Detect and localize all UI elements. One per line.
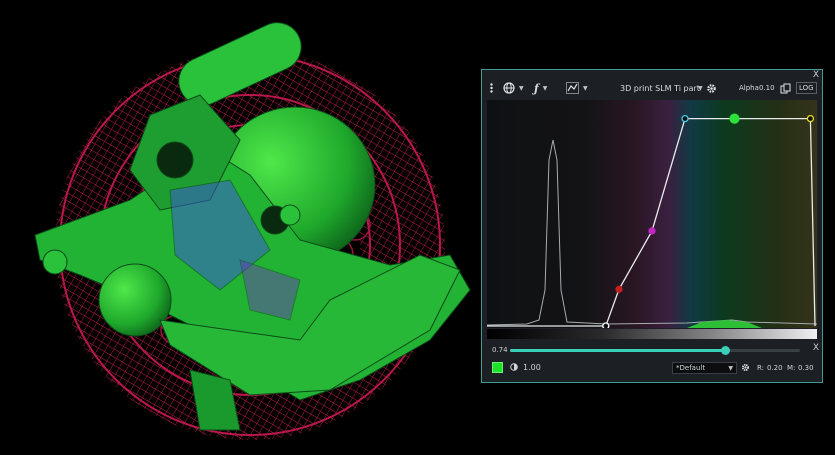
control-point[interactable] bbox=[602, 322, 610, 328]
dataset-dropdown[interactable]: ▼ bbox=[694, 79, 703, 97]
color-point-editor: 0.74 1.00 *Default ▼ R: 0.20 M: 0.30 bbox=[482, 342, 822, 382]
curve-icon[interactable]: ▼ bbox=[566, 79, 588, 97]
chevron-down-icon[interactable]: ▼ bbox=[519, 85, 524, 92]
chevron-down-icon[interactable]: ▼ bbox=[698, 85, 703, 92]
log-button-label: LOG bbox=[796, 82, 817, 94]
transfer-function-canvas[interactable] bbox=[487, 100, 817, 328]
brightness-value[interactable]: 1.00 bbox=[523, 363, 541, 372]
intensity-gradient-bar bbox=[487, 329, 817, 339]
gear-icon[interactable] bbox=[741, 363, 750, 374]
chevron-down-icon[interactable]: ▼ bbox=[583, 85, 588, 92]
log-button[interactable]: LOG bbox=[796, 79, 817, 97]
gear-icon[interactable] bbox=[706, 79, 717, 97]
chevron-down-icon[interactable]: ▼ bbox=[543, 85, 548, 92]
control-point[interactable] bbox=[648, 227, 656, 235]
color-swatch[interactable] bbox=[492, 362, 503, 373]
r-value[interactable]: 0.20 bbox=[767, 364, 783, 372]
copy-icon[interactable] bbox=[780, 79, 791, 97]
opacity-slider-handle[interactable] bbox=[720, 346, 730, 355]
m-label: M: bbox=[787, 364, 796, 372]
r-label: R: bbox=[757, 364, 765, 372]
dataset-name[interactable]: 3D print SLM Ti part bbox=[620, 79, 700, 97]
alpha-label: Alpha bbox=[739, 84, 759, 92]
m-value[interactable]: 0.30 bbox=[798, 364, 814, 372]
control-point[interactable] bbox=[615, 285, 623, 293]
brightness-icon bbox=[510, 363, 518, 373]
function-icon[interactable]: ƒ ▼ bbox=[534, 79, 547, 97]
control-point[interactable] bbox=[681, 114, 689, 123]
menu-icon[interactable] bbox=[490, 79, 493, 97]
opacity-slider-fill bbox=[510, 349, 725, 352]
control-point[interactable] bbox=[729, 113, 740, 124]
panel-toolbar: ▼ ƒ ▼ ▼ 3D print SLM Ti part ▼ Alpha 0.1… bbox=[482, 79, 822, 97]
globe-icon[interactable]: ▼ bbox=[503, 79, 524, 97]
preset-label: *Default bbox=[676, 364, 706, 372]
alpha-value[interactable]: 0.10 bbox=[759, 79, 775, 97]
control-point[interactable] bbox=[806, 114, 815, 123]
chevron-down-icon: ▼ bbox=[728, 364, 733, 372]
preset-dropdown[interactable]: *Default ▼ bbox=[672, 362, 737, 374]
opacity-slider[interactable] bbox=[510, 346, 800, 355]
transfer-function-panel[interactable]: X ▼ ƒ ▼ ▼ 3D print SLM Ti part ▼ Alpha 0… bbox=[481, 69, 823, 383]
opacity-value: 0.74 bbox=[492, 346, 508, 354]
